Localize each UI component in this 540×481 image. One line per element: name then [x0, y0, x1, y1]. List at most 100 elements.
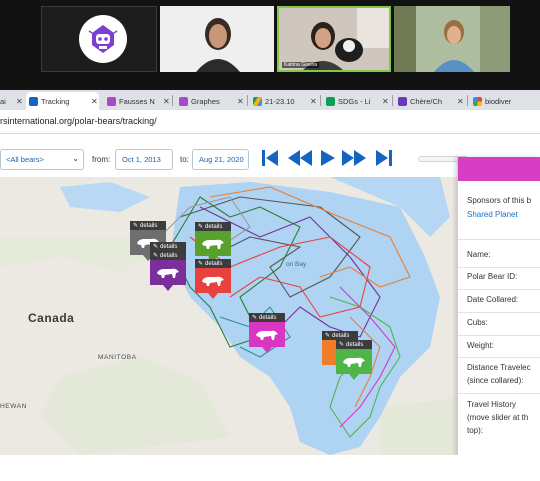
field-name-label: Name: — [467, 250, 491, 259]
participant-tile-camera-active[interactable]: Katrina Gaviria — [277, 6, 391, 72]
address-bar[interactable]: rsinternational.org/polar-bears/tracking… — [0, 110, 540, 134]
map-label-saskatchewan: HEWAN — [0, 403, 27, 410]
bear-select-value: <All bears> — [6, 155, 44, 164]
marker-body — [195, 231, 231, 262]
polar-bear-icon — [157, 268, 179, 278]
details-button[interactable]: ✎ details — [249, 313, 285, 322]
tab-graphes[interactable]: Graphes ✕ — [176, 92, 245, 110]
details-button[interactable]: ✎ details — [150, 251, 186, 260]
participant-tile-camera[interactable] — [160, 6, 274, 72]
participant-tile-avatar[interactable] — [41, 6, 157, 72]
tab-google[interactable]: biodiver — [470, 92, 540, 110]
tab-label: 21-23.10 — [265, 96, 295, 106]
tab-label: biodiver — [485, 96, 512, 106]
tab-tracking[interactable]: Tracking ✕ — [26, 92, 99, 110]
bear-marker[interactable]: ✎ details — [195, 222, 231, 262]
field-distance-sublabel: (since collared): — [467, 376, 524, 385]
details-button[interactable]: ✎ details — [150, 242, 186, 251]
close-tab-icon[interactable]: ✕ — [237, 97, 245, 106]
skip-to-end-icon[interactable] — [373, 148, 395, 168]
bear-marker[interactable]: ✎ details — [336, 340, 372, 380]
details-button[interactable]: ✎ details — [336, 340, 372, 349]
tab-drive[interactable]: 21-23.10 ✕ — [250, 92, 318, 110]
details-button[interactable]: ✎ details — [130, 221, 166, 230]
field-cubs-label: Cubs: — [467, 318, 488, 327]
bear-info-panel: Sponsors of this b Shared Planet Name: P… — [457, 157, 540, 455]
rewind-icon[interactable] — [287, 148, 313, 168]
details-button[interactable]: ✎ details — [195, 222, 231, 231]
tab-label: Graphes — [191, 96, 220, 106]
details-label: details — [205, 223, 223, 230]
tab-sdgs[interactable]: SDGs - Li ✕ — [323, 92, 390, 110]
details-label: details — [205, 260, 223, 267]
from-date-input[interactable]: Oct 1, 2013 — [115, 149, 173, 170]
sponsor-link[interactable]: Shared Planet — [467, 209, 518, 222]
page-bottom — [0, 455, 540, 481]
divider — [458, 312, 540, 313]
marker-body — [249, 322, 285, 353]
fast-forward-icon[interactable] — [341, 148, 367, 168]
polar-bear-icon — [202, 276, 224, 286]
to-date-input[interactable]: Aug 21, 2020 — [192, 149, 249, 170]
close-tab-icon[interactable]: ✕ — [163, 97, 171, 106]
divider — [458, 393, 540, 394]
video-call-strip: Katrina Gaviria — [0, 0, 540, 90]
google-icon — [473, 96, 482, 106]
pencil-icon: ✎ — [198, 224, 204, 230]
details-button[interactable]: ✎ details — [322, 331, 358, 340]
polar-bear-icon — [202, 239, 224, 249]
close-tab-icon[interactable]: ✕ — [16, 97, 24, 106]
participant-video — [394, 6, 510, 72]
participant-tile-camera[interactable] — [394, 6, 510, 72]
participant-name-tag: Katrina Gaviria — [282, 62, 320, 68]
close-tab-icon[interactable]: ✕ — [382, 97, 390, 106]
to-label: to: — [180, 155, 189, 164]
details-button[interactable]: ✎ details — [195, 259, 231, 268]
tab-separator — [320, 95, 321, 106]
participant-video — [160, 6, 274, 72]
map-label-manitoba: MANITOBA — [98, 354, 137, 361]
bear-marker[interactable]: ✎ details — [249, 313, 285, 353]
marker-body — [150, 260, 186, 291]
tab-ai[interactable]: ai ✕ — [0, 92, 24, 110]
bear-marker[interactable]: ✎ details — [150, 251, 186, 291]
participant-video — [279, 8, 389, 70]
field-travel-history-label: Travel History — [467, 400, 517, 409]
field-date-collared-label: Date Collared: — [467, 295, 519, 304]
field-bear-id-label: Polar Bear ID: — [467, 272, 518, 281]
close-tab-icon[interactable]: ✕ — [457, 97, 465, 106]
polar-bear-icon — [29, 96, 38, 106]
details-label: details — [160, 243, 178, 250]
tab-label: Tracking — [41, 96, 70, 106]
details-label: details — [346, 341, 364, 348]
url-text[interactable]: rsinternational.org/polar-bears/tracking… — [0, 116, 157, 126]
pencil-icon: ✎ — [153, 253, 159, 259]
details-label: details — [332, 332, 350, 339]
bear-select[interactable]: <All bears> ⌄ — [0, 149, 84, 170]
browser-tab-bar: ai ✕ Tracking ✕ Fausses N ✕ Graphes ✕ 21… — [0, 90, 540, 110]
tab-label: ai — [0, 96, 6, 106]
tab-forms[interactable]: Chère/Ch ✕ — [395, 92, 465, 110]
play-icon[interactable] — [317, 148, 339, 168]
divider — [458, 357, 540, 358]
details-label: details — [140, 222, 158, 229]
polar-bear-icon — [343, 357, 365, 367]
chevron-down-icon: ⌄ — [72, 154, 79, 163]
marker-body — [195, 268, 231, 299]
divider — [458, 335, 540, 336]
pencil-icon: ✎ — [339, 342, 345, 348]
sheets-icon — [326, 96, 335, 106]
skip-to-start-icon[interactable] — [259, 148, 281, 168]
tab-fausses[interactable]: Fausses N ✕ — [104, 92, 171, 110]
pencil-icon: ✎ — [133, 223, 139, 229]
bear-marker[interactable]: ✎ details — [195, 259, 231, 299]
close-tab-icon[interactable]: ✕ — [310, 97, 318, 106]
sponsors-text: Sponsors of this b — [467, 196, 532, 205]
pencil-icon: ✎ — [252, 315, 258, 321]
tab-separator — [247, 95, 248, 106]
tab-label: SDGs - Li — [338, 96, 371, 106]
polar-bear-icon — [256, 330, 278, 340]
close-tab-icon[interactable]: ✕ — [91, 97, 99, 106]
divider — [458, 289, 540, 290]
marker-body — [336, 349, 372, 380]
